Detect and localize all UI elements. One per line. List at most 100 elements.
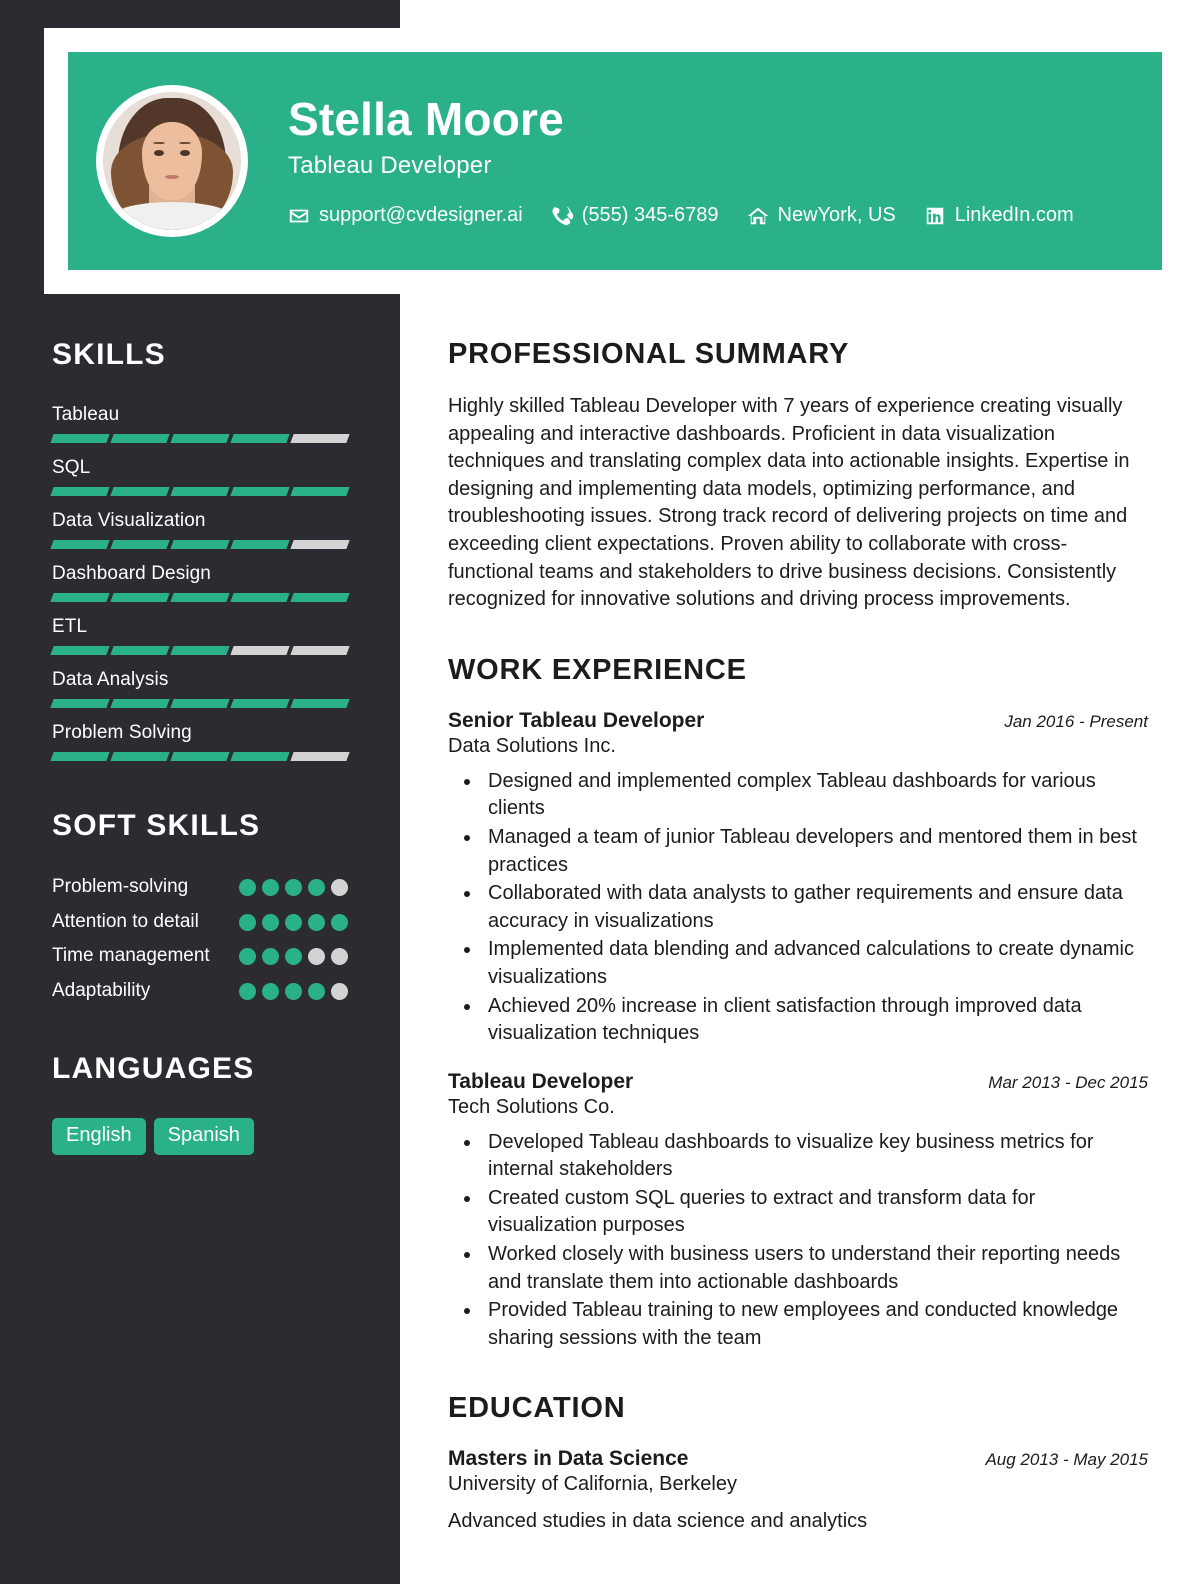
soft-skill-rating [239,875,348,896]
skills-heading: SKILLS [52,338,166,371]
skill-item: Dashboard Design [50,563,350,602]
skill-bar-segment [50,593,110,602]
header-card: Stella Moore Tableau Developer support@c… [68,52,1162,270]
skill-label: Dashboard Design [52,563,211,584]
contact-row: support@cvdesigner.ai (555) 345-6789 New… [288,204,1074,227]
education-description: Advanced studies in data science and ana… [448,1510,868,1533]
skill-bar-segment [170,699,230,708]
rating-dot [331,913,348,931]
soft-skill-item: Attention to detail [52,910,348,935]
experience-list: Senior Tableau Developer Jan 2016 - Prese… [448,709,1148,1353]
skill-label: Problem Solving [52,722,192,743]
contact-phone-label: (555) 345-6789 [581,204,719,227]
skill-item: ETL [50,616,350,655]
experience-bullet: Worked closely with business users to un… [482,1241,1148,1296]
rating-dot [285,913,302,931]
skill-bar-segment [230,699,290,708]
experience-bullet: Managed a team of junior Tableau develop… [482,824,1148,879]
soft-skill-label: Attention to detail [52,910,199,932]
skill-level-bar [50,434,350,443]
skill-bar-segment [170,593,230,602]
skill-bar-segment [50,646,110,655]
job-role-subtitle: Tableau Developer [288,152,492,180]
language-chip: English [52,1117,146,1155]
skill-label: Data Visualization [52,510,206,531]
experience-date: Jan 2016 - Present [1004,711,1148,731]
skill-bar-segment [110,434,170,443]
language-chip: Spanish [153,1117,254,1155]
skill-bar-segment [290,540,350,549]
education-heading: EDUCATION [448,1392,626,1425]
skill-item: Tableau [50,404,350,443]
rating-dot [239,948,256,966]
experience-bullet: Designed and implemented complex Tableau… [482,768,1148,823]
education-school: University of California, Berkeley [448,1473,737,1496]
languages-heading: LANGUAGES [52,1051,255,1085]
soft-skill-label: Problem-solving [52,876,189,897]
contact-linkedin[interactable]: LinkedIn.com [924,204,1074,227]
experience-bullet: Achieved 20% increase in client satisfac… [482,993,1148,1048]
contact-location-label: NewYork, US [777,204,896,227]
skill-bar-segment [170,487,230,496]
skill-label: Data Analysis [52,669,169,690]
avatar-photo [103,92,241,230]
rating-dot [331,879,348,896]
rating-dot [239,983,256,1001]
soft-skills-heading: SOFT SKILLS [52,809,261,842]
rating-dot [308,913,325,931]
skill-bar-segment [170,752,230,761]
contact-location[interactable]: NewYork, US [747,204,896,227]
skill-bar-segment [50,540,110,549]
rating-dot [239,913,256,931]
soft-skill-item: Time management [52,944,348,969]
skill-label: Tableau [52,404,120,425]
education-degree: Masters in Data Science [448,1447,689,1471]
soft-skills-list: Problem-solving Attention to detail Time m… [52,875,348,1004]
rating-dot [331,983,348,1001]
rating-dot [262,913,279,931]
soft-skill-item: Adaptability [52,979,348,1004]
soft-skill-rating [239,910,348,931]
skill-bar-segment [230,434,290,443]
education-list: Masters in Data Science Aug 2013 - May 20… [448,1447,1148,1533]
sidebar: SKILLS Tableau SQL Data Visualization Dashb… [0,294,400,1155]
skill-bar-segment [290,699,350,708]
skill-bar-segment [290,434,350,443]
skill-level-bar [50,699,350,708]
contact-email-label: support@cvdesigner.ai [319,204,523,227]
skill-bar-segment [170,540,230,549]
experience-item-header: Senior Tableau Developer Jan 2016 - Prese… [448,709,1148,733]
experience-bullet-list: Developed Tableau dashboards to visualiz… [448,1129,1148,1353]
experience-bullet: Created custom SQL queries to extract an… [482,1185,1148,1240]
skill-bar-segment [290,646,350,655]
soft-skill-rating [239,944,348,966]
soft-skill-rating [239,979,348,1001]
skill-bar-segment [50,752,110,761]
rating-dot [308,879,325,896]
experience-bullet: Developed Tableau dashboards to visualiz… [482,1129,1148,1184]
skill-bar-segment [50,434,110,443]
experience-bullet: Collaborated with data analysts to gathe… [482,880,1148,935]
envelope-icon [288,205,310,227]
skill-bar-segment [230,540,290,549]
skill-bar-segment [230,752,290,761]
contact-phone[interactable]: (555) 345-6789 [551,204,719,227]
rating-dot [331,948,348,966]
skill-label: SQL [52,457,91,478]
soft-skill-label: Adaptability [52,980,151,1002]
skill-bar-segment [230,593,290,602]
skill-bar-segment [170,434,230,443]
soft-skill-item: Problem-solving [52,875,348,900]
contact-email[interactable]: support@cvdesigner.ai [288,204,523,227]
skill-bar-segment [290,752,350,761]
rating-dot [262,983,279,1001]
soft-skill-label: Time management [52,945,210,967]
skill-bar-segment [290,487,350,496]
skill-item: Data Analysis [50,669,350,708]
experience-item-header: Tableau Developer Mar 2013 - Dec 2015 [448,1070,1148,1094]
skill-bar-segment [230,646,290,655]
skill-item: SQL [50,457,350,496]
resume-header: Stella Moore Tableau Developer support@c… [44,28,1186,294]
experience-bullet-list: Designed and implemented complex Tableau… [448,768,1148,1048]
contact-linkedin-label: LinkedIn.com [954,204,1074,227]
